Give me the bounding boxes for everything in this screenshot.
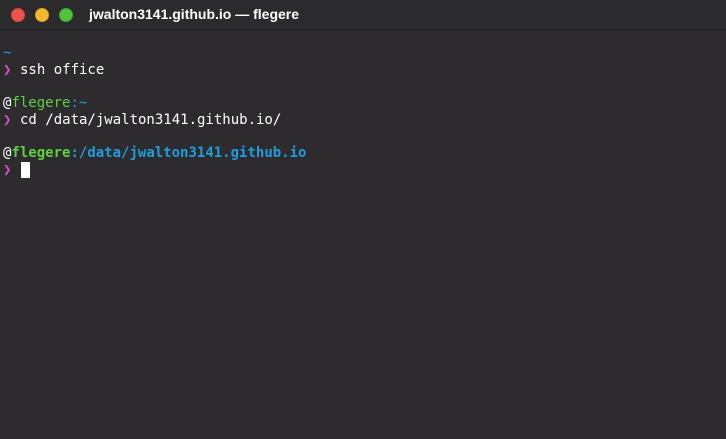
prompt-header-line: @flegere:/data/jwalton3141.github.io (0, 145, 726, 162)
prompt-arrow-icon: ❯ (3, 62, 12, 78)
prompt-cwd: ~ (78, 95, 88, 111)
prompt-host: flegere (11, 95, 71, 111)
prompt-header-line: @flegere:~ (0, 95, 726, 112)
prompt-arrow-icon: ❯ (3, 112, 12, 128)
command-line: ❯ ssh office (0, 62, 726, 79)
prompt-arrow-icon: ❯ (3, 162, 12, 178)
prompt-host: flegere (11, 145, 71, 161)
window-title: jwalton3141.github.io — flegere (89, 6, 300, 22)
command-text: ssh office (20, 62, 105, 78)
prompt-separator: : (70, 95, 79, 111)
prompt-separator: : (70, 145, 79, 161)
terminal-output[interactable]: ~ ❯ ssh office @flegere:~ ❯ cd /data/jwalt… (0, 45, 726, 439)
maximize-button[interactable] (59, 8, 73, 22)
active-command-line[interactable]: ❯ (0, 162, 726, 179)
close-button[interactable] (11, 8, 25, 22)
prompt-header-line: ~ (0, 45, 726, 62)
prompt-cwd: /data/jwalton3141.github.io (78, 145, 307, 161)
command-line: ❯ cd /data/jwalton3141.github.io/ (0, 112, 726, 129)
title-bar[interactable]: jwalton3141.github.io — flegere (0, 0, 726, 30)
command-text: cd /data/jwalton3141.github.io/ (20, 112, 282, 128)
text-cursor (21, 162, 30, 178)
minimize-button[interactable] (35, 8, 49, 22)
prompt-cwd: ~ (3, 45, 12, 61)
terminal-window: jwalton3141.github.io — flegere ~ ❯ ssh o… (0, 0, 726, 439)
